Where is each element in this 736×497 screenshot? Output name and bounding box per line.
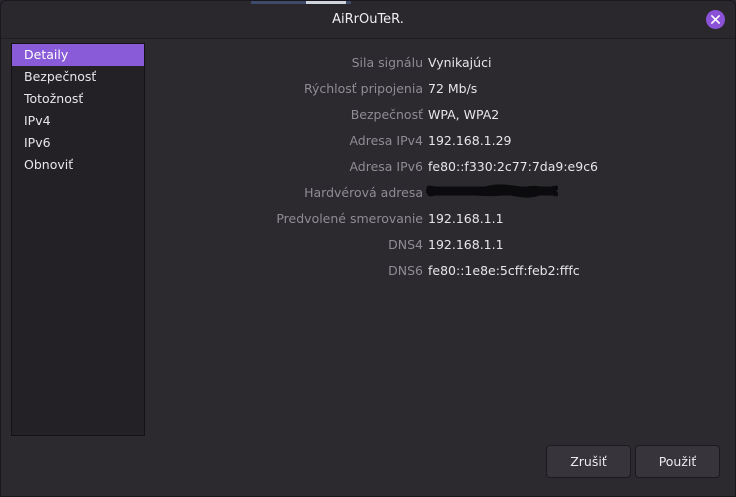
detail-row-ipv4: Adresa IPv4 192.168.1.29 [151, 133, 711, 153]
sidebar-item-ipv4[interactable]: IPv4 [12, 110, 144, 132]
sidebar-item-security[interactable]: Bezpečnosť [12, 66, 144, 88]
sidebar-item-identity[interactable]: Totožnosť [12, 88, 144, 110]
cancel-button[interactable]: Zrušiť [546, 445, 631, 478]
default-route-value: 192.168.1.1 [428, 211, 504, 226]
close-button[interactable] [706, 10, 725, 29]
link-speed-label: Rýchlosť pripojenia [303, 81, 423, 96]
signal-strength-value: Vynikajúci [428, 55, 492, 70]
detail-row-dns6: DNS6 fe80::1e8e:5cff:feb2:fffc [151, 263, 711, 283]
dns6-value: fe80::1e8e:5cff:feb2:fffc [428, 263, 580, 278]
sidebar-item-details[interactable]: Detaily [12, 44, 144, 66]
dns6-label: DNS6 [388, 263, 423, 278]
dns4-label: DNS4 [388, 237, 423, 252]
network-details-dialog: AiRrOuTeR. Detaily Bezpečnosť Totožnosť … [0, 0, 736, 497]
sidebar: Detaily Bezpečnosť Totožnosť IPv4 IPv6 O… [11, 43, 145, 436]
ipv4-address-value: 192.168.1.29 [428, 133, 512, 148]
link-speed-value: 72 Mb/s [428, 81, 478, 96]
title-bar: AiRrOuTeR. [1, 1, 735, 39]
dialog-title: AiRrOuTeR. [332, 12, 404, 27]
signal-strength-label: Sila signálu [351, 55, 423, 70]
detail-row-hardware: Hardvérová adresa [151, 184, 711, 205]
detail-row-security: Bezpečnosť WPA, WPA2 [151, 107, 711, 127]
detail-row-signal: Sila signálu Vynikajúci [151, 55, 711, 75]
close-icon [711, 15, 720, 24]
ipv6-address-label: Adresa IPv6 [349, 159, 423, 174]
detail-row-ipv6: Adresa IPv6 fe80::f330:2c77:7da9:e9c6 [151, 159, 711, 179]
security-label: Bezpečnosť [350, 107, 423, 122]
detail-row-gateway: Predvolené smerovanie 192.168.1.1 [151, 211, 711, 231]
ipv4-address-label: Adresa IPv4 [349, 133, 423, 148]
ipv6-address-value: fe80::f330:2c77:7da9:e9c6 [428, 159, 599, 174]
default-route-label: Predvolené smerovanie [276, 211, 423, 226]
detail-row-speed: Rýchlosť pripojenia 72 Mb/s [151, 81, 711, 101]
hardware-address-label: Hardvérová adresa [304, 185, 423, 200]
dns4-value: 192.168.1.1 [428, 237, 504, 252]
sidebar-item-reset[interactable]: Obnoviť [12, 154, 144, 176]
background-window-edge-highlight [306, 1, 346, 4]
apply-button[interactable]: Použiť [635, 445, 720, 478]
security-value: WPA, WPA2 [428, 107, 500, 122]
redaction-scribble [426, 184, 558, 198]
detail-row-dns4: DNS4 192.168.1.1 [151, 237, 711, 257]
sidebar-item-ipv6[interactable]: IPv6 [12, 132, 144, 154]
